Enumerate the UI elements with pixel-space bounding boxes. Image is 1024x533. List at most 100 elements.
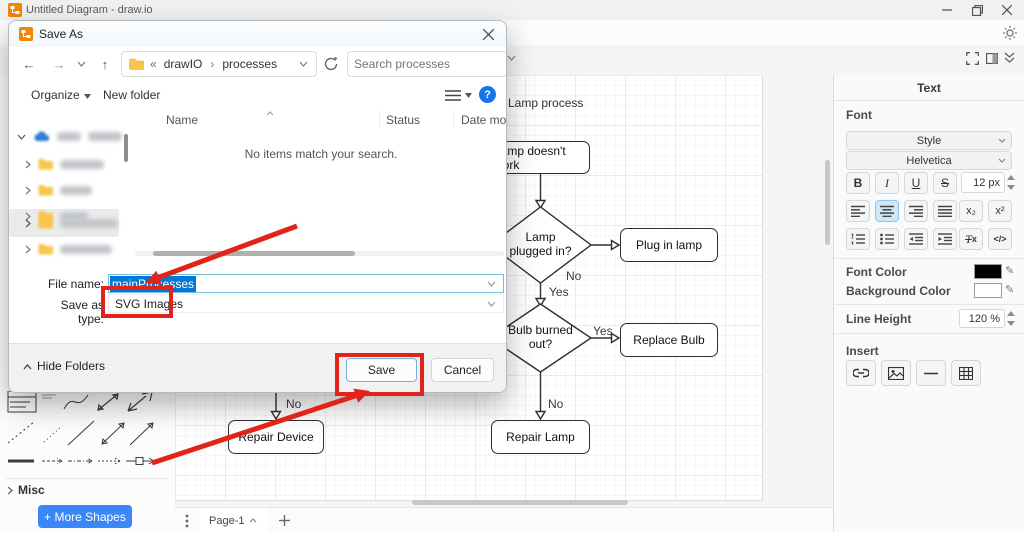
node-plug-in-lamp[interactable]: Plug in lamp [620,228,718,262]
breadcrumb-folder[interactable]: drawIO [164,57,203,71]
format-panel-toggle-icon[interactable] [986,53,998,64]
underline-button[interactable]: U [904,172,928,194]
edge-label-no[interactable]: No [566,269,581,283]
insert-image-button[interactable] [881,360,911,386]
nav-item-folder[interactable] [25,184,92,196]
column-date-modified[interactable]: Date modifi [461,113,507,127]
subscript-button[interactable]: x₂ [959,200,983,222]
line-height-input[interactable]: 120 % [959,309,1005,328]
nav-item-folder[interactable] [25,158,104,170]
address-dropdown-chevron-icon[interactable] [299,61,308,67]
bullet-list-button[interactable] [875,228,899,250]
list-hscroll-thumb[interactable] [153,251,355,256]
breadcrumb-chevrons[interactable]: « [150,57,157,71]
clear-formatting-button[interactable]: Tx [959,228,983,250]
more-shapes-button[interactable]: + More Shapes [38,505,132,528]
font-size-stepper[interactable] [1007,175,1015,190]
insert-table-button[interactable] [951,360,981,386]
nav-scrollbar[interactable] [124,134,128,162]
node-lamp-plugged-in[interactable]: Lamp plugged in? [505,230,576,258]
pages-menu-icon[interactable] [185,514,189,528]
search-box[interactable] [347,51,507,77]
edge-label-yes2[interactable]: Yes [593,324,613,338]
add-page-icon[interactable] [279,515,290,526]
bold-button[interactable]: B [846,172,870,194]
node-repair-device[interactable]: Repair Device [228,420,324,454]
list-hscroll-track[interactable] [135,251,504,256]
hide-folders-button[interactable]: Hide Folders [37,359,105,373]
chevron-right-icon[interactable] [25,160,31,169]
edge-label-no2[interactable]: No [548,397,563,411]
forward-icon[interactable]: → [47,52,71,76]
fullscreen-icon[interactable] [966,52,979,65]
horizontal-scrollbar[interactable] [412,500,628,505]
nav-item-onedrive[interactable] [17,131,122,142]
panel-divider [834,258,1024,259]
search-input[interactable] [348,57,507,71]
maximize-button[interactable] [962,0,992,20]
align-center-button[interactable] [875,200,899,222]
font-color-swatch[interactable] [974,264,1002,279]
font-family-select[interactable]: Helvetica [846,151,1012,170]
close-window-icon[interactable] [992,0,1022,20]
node-replace-bulb[interactable]: Replace Bulb [620,323,718,357]
page-tab[interactable]: Page-1 [199,508,267,533]
edge-label-no3[interactable]: No [286,397,301,411]
column-name[interactable]: Name [166,113,198,127]
close-dialog-icon[interactable] [483,29,494,40]
edit-background-color-icon[interactable]: ✎ [1005,283,1014,296]
shape-thumbnails[interactable] [4,391,164,475]
nav-item-documents[interactable] [25,217,118,229]
cancel-button[interactable]: Cancel [431,358,494,382]
insert-hr-button[interactable] [916,360,946,386]
italic-button[interactable]: I [875,172,899,194]
align-left-button[interactable] [846,200,870,222]
background-color-swatch[interactable] [974,283,1002,298]
font-size-input[interactable]: 12 px [961,172,1005,193]
html-code-button[interactable]: </> [988,228,1012,250]
flowchart-title[interactable]: Lamp process [508,96,583,110]
new-folder-button[interactable]: New folder [103,88,160,102]
line-height-stepper[interactable] [1007,311,1015,326]
edge-label-yes[interactable]: Yes [549,285,569,299]
collapse-chevrons-icon[interactable] [1004,52,1015,64]
misc-expand-chevron-icon[interactable] [7,486,13,495]
file-name-dropdown-chevron-icon[interactable] [487,281,496,287]
node-repair-lamp[interactable]: Repair Lamp [491,420,590,454]
align-justify-button[interactable] [933,200,957,222]
column-status[interactable]: Status [386,113,420,127]
misc-section-header[interactable]: Misc [18,483,45,497]
up-icon[interactable]: ↑ [93,52,117,76]
vertical-scrollbar[interactable] [825,160,830,245]
chevron-down-icon[interactable] [17,134,26,140]
outdent-button[interactable] [904,228,928,250]
strikethrough-button[interactable]: S [933,172,957,194]
tab-text[interactable]: Text [834,75,1024,101]
superscript-button[interactable]: x² [988,200,1012,222]
chevron-right-icon[interactable] [25,245,31,254]
refresh-icon[interactable] [323,56,339,72]
save-type-dropdown-chevron-icon[interactable] [487,301,496,307]
theme-toggle-icon[interactable] [1003,26,1017,40]
align-right-button[interactable] [904,200,928,222]
numbered-list-button[interactable] [846,228,870,250]
node-lamp-doesnt-work[interactable]: Lamp doesn't work [493,141,590,174]
view-caret-icon[interactable] [465,93,472,98]
recent-locations-chevron-icon[interactable] [77,61,86,67]
font-style-select[interactable]: Style [846,131,1012,150]
chevron-right-icon[interactable] [25,219,31,228]
organize-menu[interactable]: Organize [31,88,80,102]
chevron-right-icon[interactable] [25,186,31,195]
help-icon[interactable]: ? [479,86,496,103]
address-bar[interactable]: « drawIO › processes [121,51,317,77]
toolbar-dropdown-caret-icon[interactable] [507,55,516,61]
minimize-button[interactable] [932,0,962,20]
breadcrumb-subfolder[interactable]: processes [222,57,277,71]
back-icon[interactable]: ← [17,52,41,76]
indent-button[interactable] [933,228,957,250]
insert-link-button[interactable] [846,360,876,386]
nav-item-folder[interactable] [25,243,112,255]
edit-font-color-icon[interactable]: ✎ [1005,264,1014,277]
view-list-icon[interactable] [445,89,461,102]
node-bulb-burned-out[interactable]: Bulb burned out? [505,323,576,351]
